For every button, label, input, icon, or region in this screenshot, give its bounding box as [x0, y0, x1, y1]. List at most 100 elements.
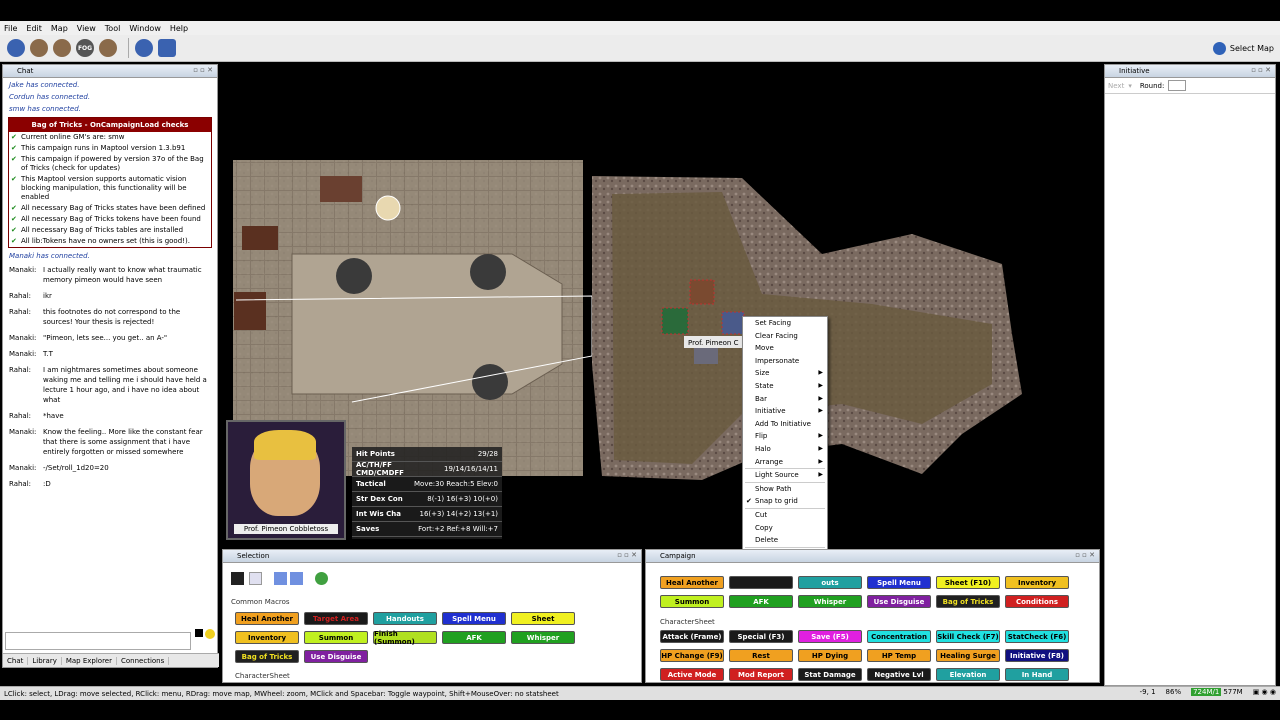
panel-controls-icon[interactable]: ▫ ▫ ✕: [193, 66, 213, 74]
next-button[interactable]: Next: [1108, 82, 1124, 90]
macro-button[interactable]: Negative Lvl: [867, 668, 931, 681]
token-selected[interactable]: [721, 311, 745, 335]
token-character[interactable]: [661, 307, 689, 335]
menu-item-size[interactable]: Size ▶: [743, 367, 827, 380]
menu-item-clear-facing[interactable]: Clear Facing: [743, 330, 827, 343]
macro-button[interactable]: Stat Damage: [798, 668, 862, 681]
menu-item-add-to-initiative[interactable]: Add To Initiative: [743, 418, 827, 431]
macro-button[interactable]: Healing Surge: [936, 649, 1000, 662]
menu-item-bar[interactable]: Bar ▶: [743, 393, 827, 406]
menu-item-move[interactable]: Move: [743, 342, 827, 355]
menu-item-halo[interactable]: Halo ▶: [743, 443, 827, 456]
menu-item-state[interactable]: State ▶: [743, 380, 827, 393]
macro-button[interactable]: Attack (Frame): [660, 630, 724, 643]
macro-button[interactable]: HP Temp: [867, 649, 931, 662]
menu-item-delete[interactable]: Delete: [743, 534, 827, 547]
macro-button[interactable]: Bag of Tricks: [235, 650, 299, 663]
template-tool-icon[interactable]: [53, 39, 71, 57]
macro-button[interactable]: Use Disguise: [867, 595, 931, 608]
map-view[interactable]: Prof. Pimeon C Prof. Pimeon Cobbletoss H…: [222, 64, 1102, 546]
menu-tool[interactable]: Tool: [105, 24, 121, 33]
select-all-icon[interactable]: [231, 572, 244, 585]
macro-button[interactable]: Summon: [304, 631, 368, 644]
macro-button[interactable]: Sheet: [511, 612, 575, 625]
macro-button[interactable]: Finish (Summon): [373, 630, 437, 646]
menu-item-copy[interactable]: Copy: [743, 522, 827, 535]
menu-item-snap-to-grid[interactable]: ✔ Snap to grid: [743, 495, 827, 508]
macro-button[interactable]: StatCheck (F6): [1005, 630, 1069, 643]
macro-button[interactable]: In Hand: [1005, 668, 1069, 681]
macro-button[interactable]: HP Change (F9): [660, 649, 724, 662]
previous-icon[interactable]: [274, 572, 287, 585]
grid-tool-icon[interactable]: [158, 39, 176, 57]
macro-button[interactable]: Whisper: [798, 595, 862, 608]
tab-library[interactable]: Library: [28, 656, 62, 665]
menu-help[interactable]: Help: [170, 24, 188, 33]
macro-button[interactable]: [729, 576, 793, 589]
menu-edit[interactable]: Edit: [26, 24, 42, 33]
macro-button[interactable]: Use Disguise: [304, 650, 368, 663]
next-icon[interactable]: [290, 572, 303, 585]
round-field[interactable]: [1168, 80, 1187, 91]
refresh-icon[interactable]: [315, 572, 328, 585]
macro-button[interactable]: outs: [798, 576, 862, 589]
tab-chat[interactable]: Chat: [3, 656, 29, 665]
menu-item-arrange[interactable]: Arrange ▶: [743, 456, 827, 469]
chat-input[interactable]: [5, 632, 191, 650]
menu-map[interactable]: Map: [51, 24, 68, 33]
macro-button[interactable]: Spell Menu: [442, 612, 506, 625]
macro-button[interactable]: Spell Menu: [867, 576, 931, 589]
menu-window[interactable]: Window: [129, 24, 161, 33]
menu-item-set-facing[interactable]: Set Facing: [743, 317, 827, 330]
macro-button[interactable]: Handouts: [373, 612, 437, 625]
macro-button[interactable]: Special (F3): [729, 630, 793, 643]
macro-button[interactable]: Initiative (F8): [1005, 649, 1069, 662]
topology-tool-icon[interactable]: [99, 39, 117, 57]
macro-button[interactable]: Sheet (F10): [936, 576, 1000, 589]
menu-item-impersonate[interactable]: Impersonate: [743, 355, 827, 368]
menu-item-show-path[interactable]: Show Path: [743, 483, 827, 496]
select-map-button[interactable]: Select Map: [1212, 42, 1274, 55]
macro-button[interactable]: Rest: [729, 649, 793, 662]
chevron-down-icon[interactable]: ▾: [1128, 82, 1132, 90]
macro-button[interactable]: Inventory: [1005, 576, 1069, 589]
tab-map-explorer[interactable]: Map Explorer: [62, 656, 117, 665]
token-character[interactable]: [689, 279, 715, 305]
macro-button[interactable]: Mod Report: [729, 668, 793, 681]
macro-button[interactable]: Concentration: [867, 630, 931, 643]
menu-item-flip[interactable]: Flip ▶: [743, 430, 827, 443]
menu-item-label: Cut: [755, 510, 768, 519]
deselect-icon[interactable]: [249, 572, 262, 585]
macro-button[interactable]: Skill Check (F7): [936, 630, 1000, 643]
bag-check-line: All necessary Bag of Tricks states have …: [9, 203, 211, 214]
macro-button[interactable]: Save (F5): [798, 630, 862, 643]
menu-file[interactable]: File: [4, 24, 17, 33]
macro-button[interactable]: AFK: [729, 595, 793, 608]
macro-button[interactable]: Heal Another: [660, 576, 724, 589]
tab-connections[interactable]: Connections: [117, 656, 170, 665]
panel-controls-icon[interactable]: ▫ ▫ ✕: [1251, 66, 1271, 74]
menu-item-initiative[interactable]: Initiative ▶: [743, 405, 827, 418]
macro-button[interactable]: Inventory: [235, 631, 299, 644]
emoticon-icon[interactable]: [205, 629, 215, 639]
token-npc[interactable]: [375, 195, 401, 221]
layer-tool-icon[interactable]: [135, 39, 153, 57]
macro-button[interactable]: Active Mode: [660, 668, 724, 681]
menu-view[interactable]: View: [77, 24, 96, 33]
fog-tool-icon[interactable]: FOG: [76, 39, 94, 57]
macro-button[interactable]: AFK: [442, 631, 506, 644]
panel-controls-icon[interactable]: ▫ ▫ ✕: [1075, 551, 1095, 559]
macro-button[interactable]: Elevation: [936, 668, 1000, 681]
pointer-tool-icon[interactable]: [7, 39, 25, 57]
macro-button[interactable]: Conditions: [1005, 595, 1069, 608]
macro-button[interactable]: Summon: [660, 595, 724, 608]
macro-button[interactable]: HP Dying: [798, 649, 862, 662]
menu-item-light-source[interactable]: Light Source ▶: [743, 469, 827, 482]
macro-button[interactable]: Bag of Tricks: [936, 595, 1000, 608]
panel-controls-icon[interactable]: ▫ ▫ ✕: [617, 551, 637, 559]
macro-button[interactable]: Target Area: [304, 612, 368, 625]
macro-button[interactable]: Whisper: [511, 631, 575, 644]
macro-button[interactable]: Heal Another: [235, 612, 299, 625]
menu-item-cut[interactable]: Cut: [743, 509, 827, 522]
draw-tool-icon[interactable]: [30, 39, 48, 57]
